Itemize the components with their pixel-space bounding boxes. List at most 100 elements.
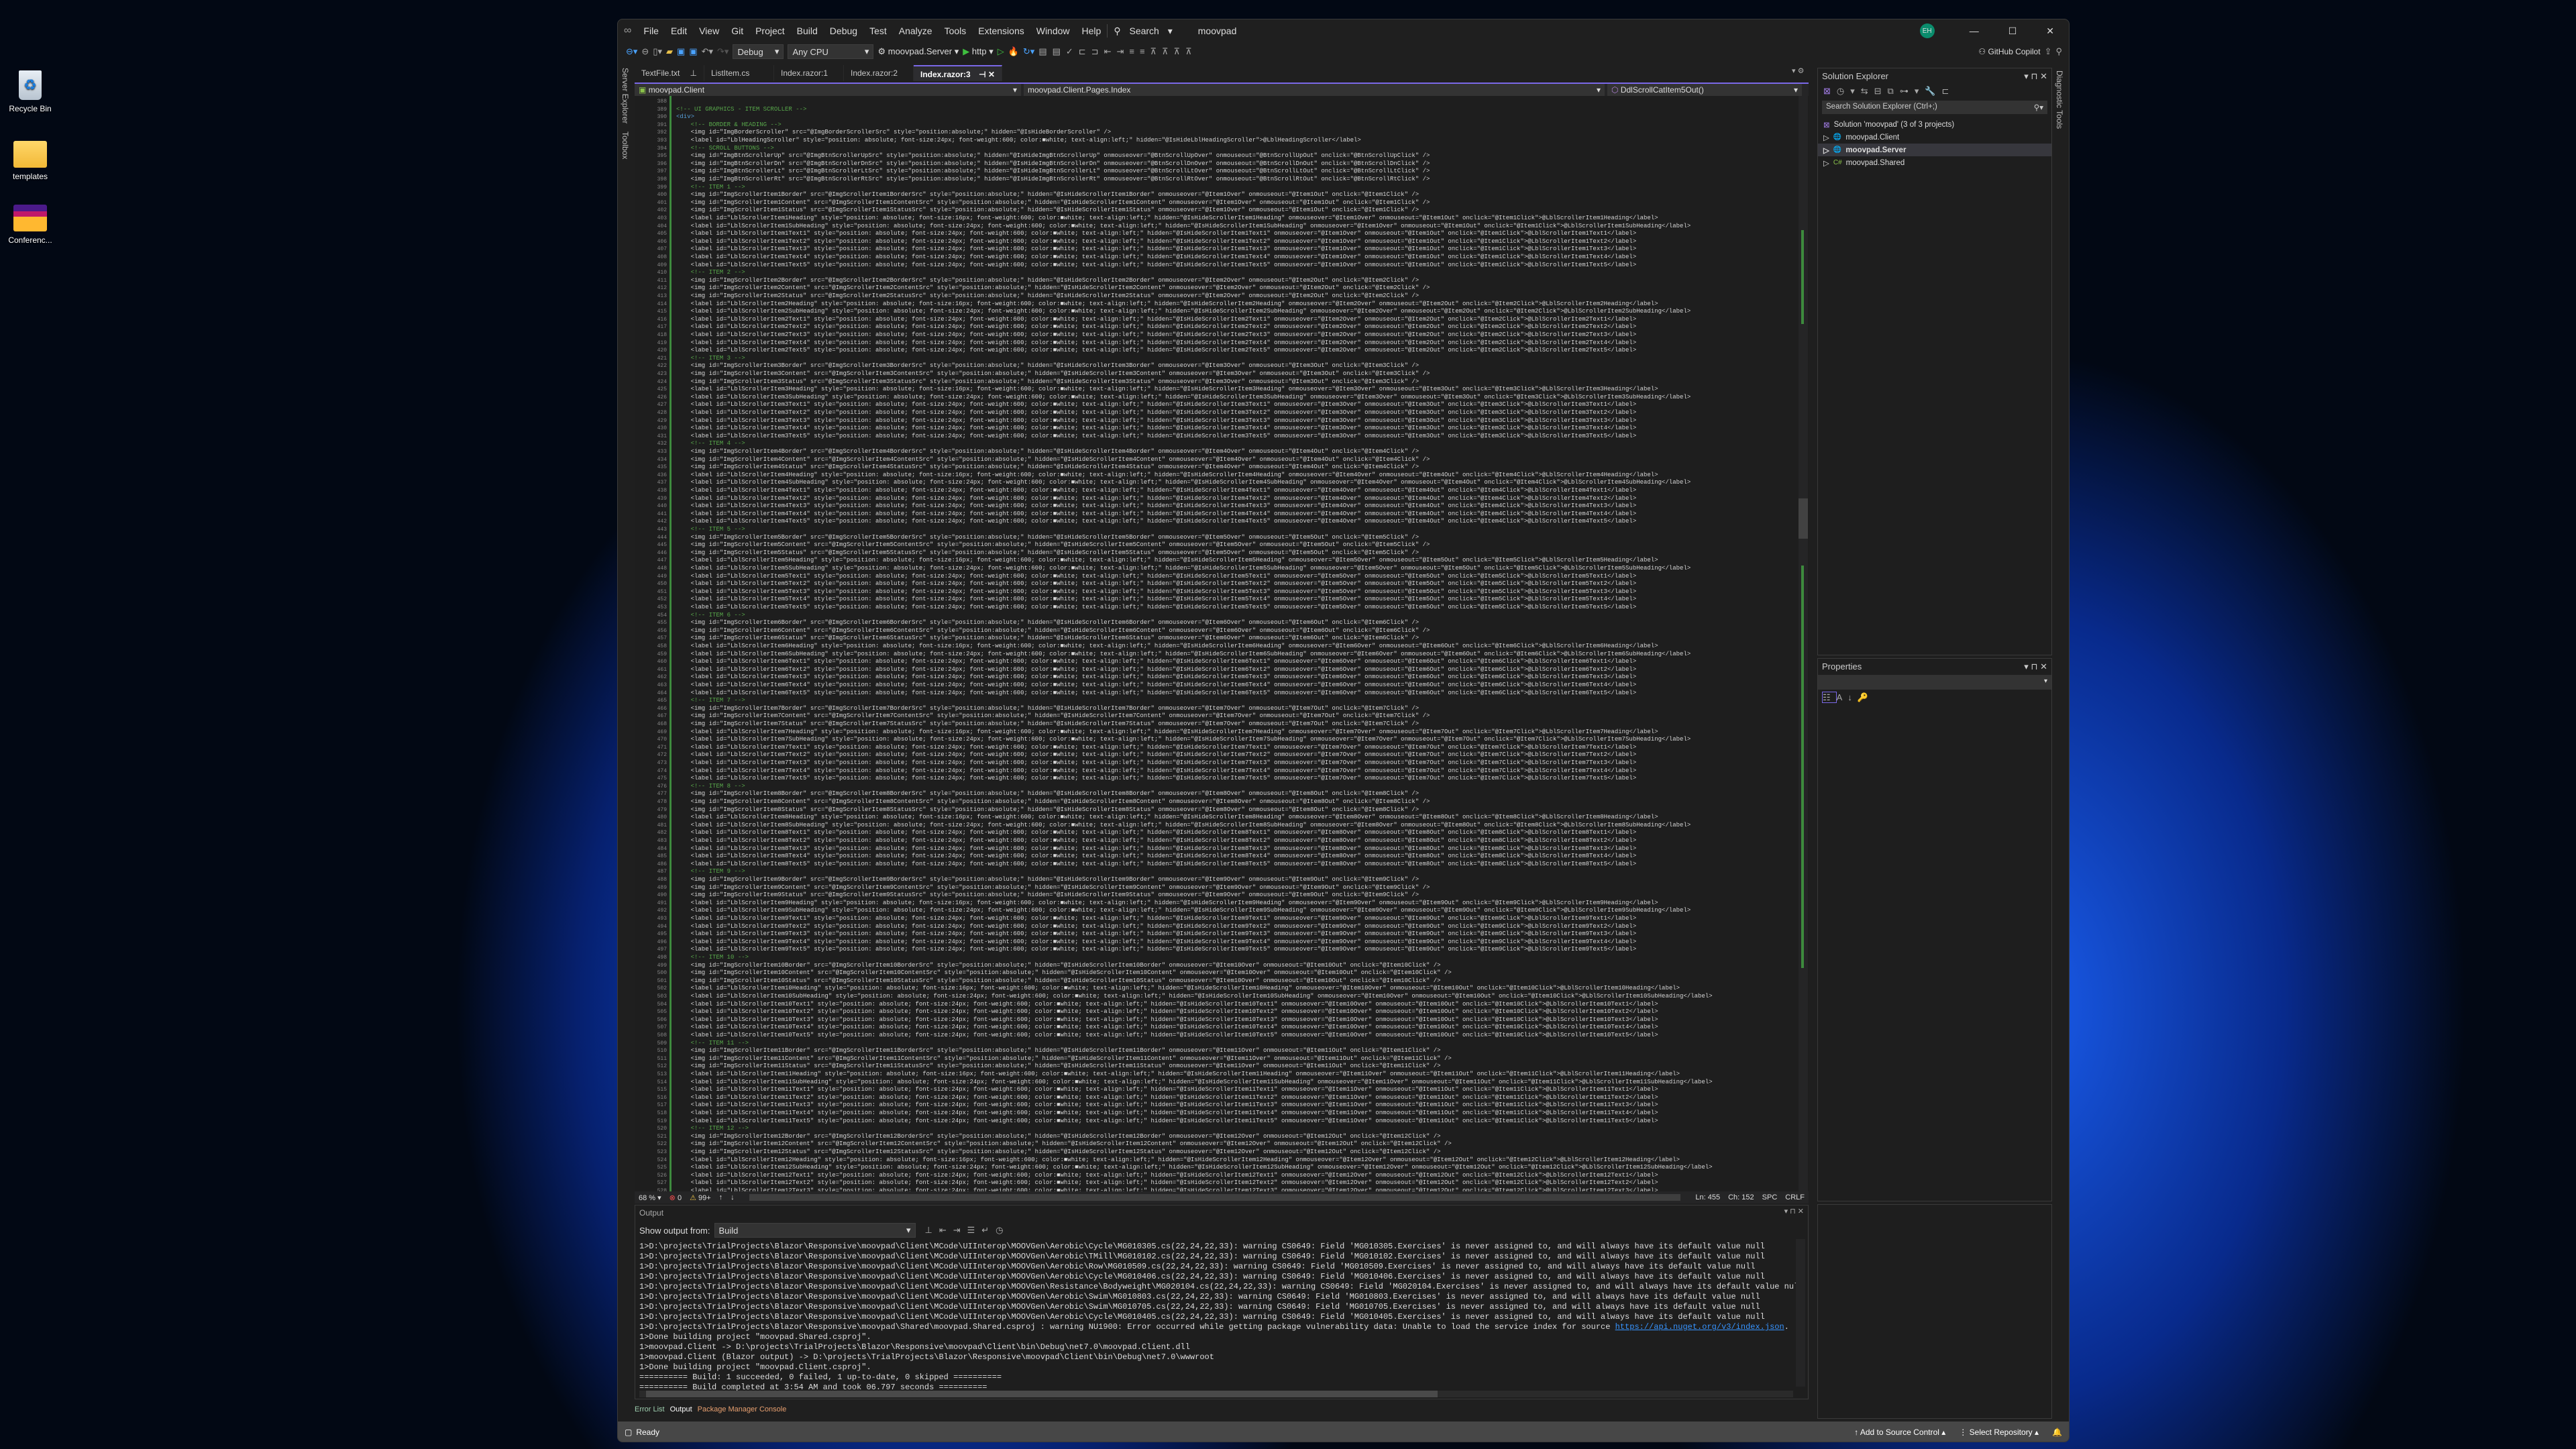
line-number: 400 xyxy=(657,192,667,199)
bottom-tab-output[interactable]: Output xyxy=(670,1405,692,1413)
horizontal-scrollbar[interactable] xyxy=(749,1194,1681,1201)
menu-item-project[interactable]: Project xyxy=(749,25,791,36)
expand-icon[interactable]: ▷ xyxy=(1823,158,1829,168)
warning-count[interactable]: ⚠ 99+ xyxy=(690,1193,711,1202)
zoom-dropdown[interactable]: 68 % ▾ xyxy=(639,1193,661,1202)
alphabetical-icon[interactable]: A↓ xyxy=(1837,692,1858,702)
platform-dropdown[interactable]: Any CPU ▾ xyxy=(788,44,874,59)
menu-item-extensions[interactable]: Extensions xyxy=(972,25,1030,36)
github-copilot-button[interactable]: ⚇ GitHub Copilot xyxy=(1978,47,2040,56)
tab-textfile-txt[interactable]: TextFile.txt ⊥ xyxy=(635,65,704,81)
menu-item-test[interactable]: Test xyxy=(863,25,893,36)
code-line: <label id="LblScrollerItem3SubHeading" s… xyxy=(676,393,1691,400)
diagnostic-tools-tab[interactable]: Diagnostic Tools xyxy=(2055,70,2064,129)
menu-item-help[interactable]: Help xyxy=(1076,25,1108,36)
pin-icon[interactable]: ⊥ xyxy=(690,68,697,78)
startup-project-value: moovpad.Server xyxy=(888,46,953,56)
code-line: <label id="LblScrollerItem12Text1" style… xyxy=(676,1171,1658,1179)
tab-index-razor-1[interactable]: Index.razor:1 xyxy=(774,65,844,81)
project-node[interactable]: ▷ C# moovpad.Shared xyxy=(1818,156,2051,169)
close-button[interactable]: ✕ xyxy=(2031,25,2069,37)
avatar[interactable]: EH xyxy=(1919,23,1935,38)
start-debugging-button[interactable]: ▶ http ▾ xyxy=(963,46,993,57)
server-explorer-tab[interactable]: Server Explorer xyxy=(621,68,630,123)
code-editor[interactable]: 388 389 <!-- UI GRAPHICS - ITEM SCROLLER -… xyxy=(635,96,1809,1191)
tab-index-razor-3[interactable]: Index.razor:3 ⊣ ✕ xyxy=(914,65,1002,81)
previous-issue-icon[interactable]: ↑ xyxy=(719,1193,723,1201)
panel-controls[interactable]: ▾ ⊓ ✕ xyxy=(2024,661,2047,672)
menu-item-view[interactable]: View xyxy=(693,25,725,36)
tab-listitem-cs[interactable]: ListItem.cs xyxy=(704,65,774,81)
menu-item-edit[interactable]: Edit xyxy=(665,25,693,36)
output-vertical-scrollbar[interactable] xyxy=(1796,1239,1805,1387)
expand-icon[interactable]: ▷ xyxy=(1823,146,1829,155)
notifications-icon[interactable]: 🔔 xyxy=(2052,1428,2062,1437)
open-icon[interactable]: ▰ xyxy=(666,46,673,57)
desktop-icon-recycle-bin[interactable]: ♻ Recycle Bin xyxy=(5,70,55,113)
add-to-source-control-button[interactable]: ↑ Add to Source Control ▴ xyxy=(1854,1428,1945,1437)
configuration-dropdown[interactable]: Debug ▾ xyxy=(733,44,784,59)
project-node[interactable]: ▷ 🌐 moovpad.Client xyxy=(1818,131,2051,144)
property-pages-icon[interactable]: 🔑 xyxy=(1858,692,1874,702)
menu-item-tools[interactable]: Tools xyxy=(938,25,973,36)
save-all-icon[interactable]: ▣ xyxy=(689,46,697,57)
nuget-link[interactable]: https://api.nuget.org/v3/index.json xyxy=(1615,1322,1784,1332)
output-toolbar-icons[interactable]: ⊥⇤⇥☰↵◷ xyxy=(925,1225,1010,1236)
maximize-button[interactable]: ☐ xyxy=(1994,25,2032,37)
menu-item-file[interactable]: File xyxy=(637,25,665,36)
output-horizontal-scrollbar[interactable] xyxy=(639,1391,1793,1397)
line-indicator[interactable]: Ln: 455 xyxy=(1695,1193,1720,1201)
vertical-scrollbar[interactable] xyxy=(1799,96,1808,1191)
back-icon[interactable]: ⊖▾ xyxy=(626,46,637,57)
desktop-icon-templates[interactable]: templates xyxy=(5,141,55,181)
categorized-icon[interactable]: ☷ xyxy=(1822,692,1837,703)
undo-icon[interactable]: ↶▾ xyxy=(702,46,713,57)
tab-overflow-icon[interactable]: ▾ ⚙ xyxy=(1792,66,1804,75)
toolbox-tab[interactable]: Toolbox xyxy=(621,131,630,159)
forward-icon[interactable]: ⊖ xyxy=(641,46,649,57)
expand-icon[interactable]: ▷ xyxy=(1823,133,1829,142)
type-dropdown[interactable]: moovpad.Client.Pages.Index ▾ xyxy=(1024,84,1605,96)
new-project-icon[interactable]: ▯▾ xyxy=(653,46,662,57)
output-source-dropdown[interactable]: Build ▾ xyxy=(714,1223,916,1238)
share-icon[interactable]: ⇪ xyxy=(2045,46,2052,57)
panel-controls[interactable]: ▾ ⊓ ✕ xyxy=(2024,71,2047,82)
startup-project-dropdown[interactable]: ⚙ moovpad.Server ▾ xyxy=(877,46,959,57)
menu-item-analyze[interactable]: Analyze xyxy=(893,25,938,36)
hot-reload-icon[interactable]: 🔥 xyxy=(1008,46,1019,57)
project-node[interactable]: ▷ 🌐 moovpad.Server xyxy=(1818,144,2051,156)
select-repository-button[interactable]: ⋮ Select Repository ▴ xyxy=(1959,1428,2039,1437)
start-without-debugging-icon[interactable]: ▷ xyxy=(998,46,1004,57)
search-icon: ⚲▾ xyxy=(2033,104,2043,112)
next-issue-icon[interactable]: ↓ xyxy=(731,1193,735,1201)
project-dropdown[interactable]: ▣ moovpad.Client ▾ xyxy=(635,84,1021,96)
bottom-tab-error-list[interactable]: Error List xyxy=(635,1405,665,1413)
menu-item-build[interactable]: Build xyxy=(791,25,824,36)
desktop-icon-conference[interactable]: Conferenc... xyxy=(5,205,55,245)
refresh-icon[interactable]: ↻▾ xyxy=(1023,46,1034,57)
empty-tool-panel xyxy=(1817,1204,2052,1419)
solution-node[interactable]: ⊠ Solution 'moovpad' (3 of 3 projects) xyxy=(1818,118,2051,131)
close-tab-icon[interactable]: ⊣ ✕ xyxy=(979,70,995,79)
toolbar-misc-icons[interactable]: ▤▤✓⊏⊐⇤⇥≡≡⊼⊼⊼⊼ xyxy=(1038,46,1197,57)
error-count[interactable]: ⊗ 0 xyxy=(669,1193,682,1202)
feedback-icon[interactable]: ⚲ xyxy=(2055,46,2062,57)
member-dropdown[interactable]: ⬡ DdlScrollCatItem5Out() ▾ xyxy=(1607,84,1802,96)
menu-item-git[interactable]: Git xyxy=(725,25,749,36)
menu-item-window[interactable]: Window xyxy=(1030,25,1076,36)
solution-explorer-toolbar[interactable]: ⊠◷▾⇆⊟⧉⊶▾🔧⊏ xyxy=(1818,85,2051,98)
line-ending-indicator[interactable]: CRLF xyxy=(1785,1193,1805,1201)
save-icon[interactable]: ▣ xyxy=(677,46,685,57)
bottom-tab-package-manager-console[interactable]: Package Manager Console xyxy=(698,1405,787,1413)
minimize-button[interactable]: — xyxy=(1955,25,1994,36)
output-panel-controls[interactable]: ▾ ⊓ ✕ xyxy=(1784,1207,1804,1216)
menu-item-debug[interactable]: Debug xyxy=(824,25,863,36)
object-dropdown[interactable]: ▾ xyxy=(1818,675,2051,690)
solution-search-input[interactable]: Search Solution Explorer (Ctrl+;) ⚲▾ xyxy=(1822,101,2047,114)
search-button[interactable]: ⚲ Search ▾ xyxy=(1108,25,1178,37)
code-line: <!-- ITEM 11 --> xyxy=(676,1039,749,1046)
tab-index-razor-2[interactable]: Index.razor:2 xyxy=(844,65,914,81)
redo-icon[interactable]: ↷▾ xyxy=(717,46,729,57)
spacing-indicator[interactable]: SPC xyxy=(1762,1193,1778,1201)
column-indicator[interactable]: Ch: 152 xyxy=(1728,1193,1754,1201)
